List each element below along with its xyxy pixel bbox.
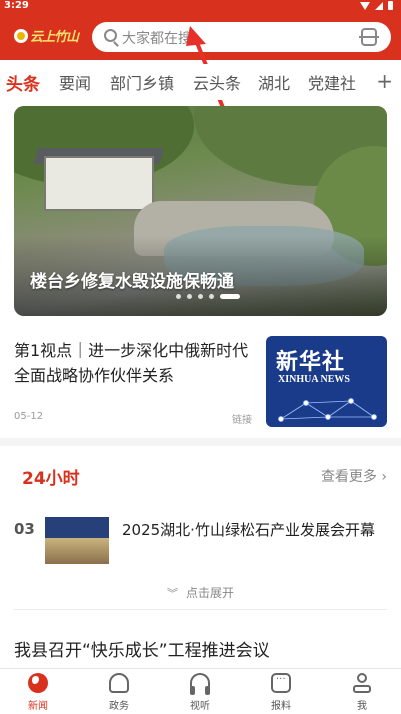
feature-news-date: 05-12	[14, 411, 44, 422]
search-input[interactable]: 大家都在搜	[122, 28, 192, 48]
divider-line	[14, 609, 387, 610]
chevron-down-icon: ︾	[166, 587, 178, 600]
report-icon	[271, 673, 291, 693]
channel-tabs: 头条 要闻 部门乡镇 云头条 湖北 党建社 +	[0, 64, 401, 100]
nav-label: 报料	[271, 701, 291, 712]
nav-label: 政务	[109, 701, 129, 712]
top-bar: 3:29 云上竹山 大家都在搜	[0, 0, 401, 60]
nav-label: 新闻	[28, 701, 48, 712]
banner-image	[44, 156, 154, 211]
banner-caption: 楼台乡修复水毁设施保畅通	[30, 272, 234, 292]
rank-number: 03	[14, 520, 35, 538]
carousel-dot-active	[220, 294, 240, 299]
wifi-icon	[360, 1, 370, 10]
expand-label: 点击展开	[185, 586, 234, 600]
nav-label: 视听	[190, 701, 210, 712]
carousel-dot	[198, 294, 203, 299]
carousel-dot	[209, 294, 214, 299]
bottom-navigation: 新闻 政务 视听 报料 我	[0, 668, 401, 714]
see-more-link[interactable]: 查看更多 ›	[321, 466, 387, 486]
cell-signal-icon	[375, 1, 383, 10]
network-graphic	[278, 398, 377, 422]
status-bar: 3:29	[0, 0, 401, 14]
tab-headlines[interactable]: 头条	[6, 70, 40, 95]
nav-label: 我	[357, 701, 367, 712]
news-title: 我县召开“快乐成长”工程推进会议	[14, 641, 270, 661]
globe-icon	[28, 673, 48, 693]
section-divider	[0, 438, 401, 446]
battery-icon	[388, 1, 393, 10]
feature-news-tag: 链接	[232, 415, 252, 426]
carousel-indicator	[176, 294, 240, 299]
search-icon	[104, 29, 117, 42]
status-time: 3:29	[4, 0, 29, 11]
tab-cloud-headlines[interactable]: 云头条	[193, 70, 241, 94]
chevron-right-icon: ›	[381, 469, 387, 485]
nav-me[interactable]: 我	[332, 673, 392, 712]
tab-party-building[interactable]: 党建社	[308, 70, 356, 94]
see-more-label: 查看更多	[320, 469, 377, 485]
xinhua-logo-cn: 新华社	[276, 350, 346, 375]
headphones-icon	[190, 673, 210, 695]
tab-hubei[interactable]: 湖北	[258, 70, 290, 94]
nav-government[interactable]: 政务	[89, 673, 149, 712]
plus-icon[interactable]: +	[376, 69, 393, 93]
xinhua-logo-en: XINHUA NEWS	[278, 374, 350, 385]
app-logo[interactable]: 云上竹山	[14, 26, 79, 45]
section-24h-title: 24小时	[22, 469, 80, 489]
carousel-dot	[176, 294, 181, 299]
search-box[interactable]: 大家都在搜	[92, 22, 391, 52]
news-list-item[interactable]: 我县召开“快乐成长”工程推进会议	[14, 636, 270, 661]
user-icon	[352, 673, 372, 693]
expand-button[interactable]: ︾ 点击展开	[0, 584, 401, 601]
scan-icon[interactable]	[359, 28, 379, 46]
nav-report[interactable]: 报料	[251, 673, 311, 712]
status-icons	[360, 1, 393, 10]
ranked-news-item[interactable]: 03 2025湖北·竹山绿松石产业发展会开幕	[14, 517, 387, 567]
nav-audio-video[interactable]: 视听	[170, 673, 230, 712]
banner-carousel[interactable]: 楼台乡修复水毁设施保畅通	[14, 106, 387, 316]
ranked-news-title: 2025湖北·竹山绿松石产业发展会开幕	[122, 521, 375, 539]
feature-news-thumbnail: 新华社 XINHUA NEWS	[266, 336, 387, 427]
ranked-news-thumbnail	[45, 517, 109, 564]
feature-news-item[interactable]: 第1视点｜进一步深化中俄新时代全面战略协作伙伴关系 05-12 链接 新华社 X…	[14, 336, 387, 428]
carousel-dot	[187, 294, 192, 299]
government-icon	[109, 673, 129, 693]
nav-news[interactable]: 新闻	[8, 673, 68, 712]
feature-news-title: 第1视点｜进一步深化中俄新时代全面战略协作伙伴关系	[14, 341, 249, 385]
logo-mark-icon	[14, 28, 28, 43]
tab-important-news[interactable]: 要闻	[59, 70, 91, 94]
tab-departments-towns[interactable]: 部门乡镇	[110, 70, 174, 94]
logo-text: 云上竹山	[30, 30, 79, 45]
